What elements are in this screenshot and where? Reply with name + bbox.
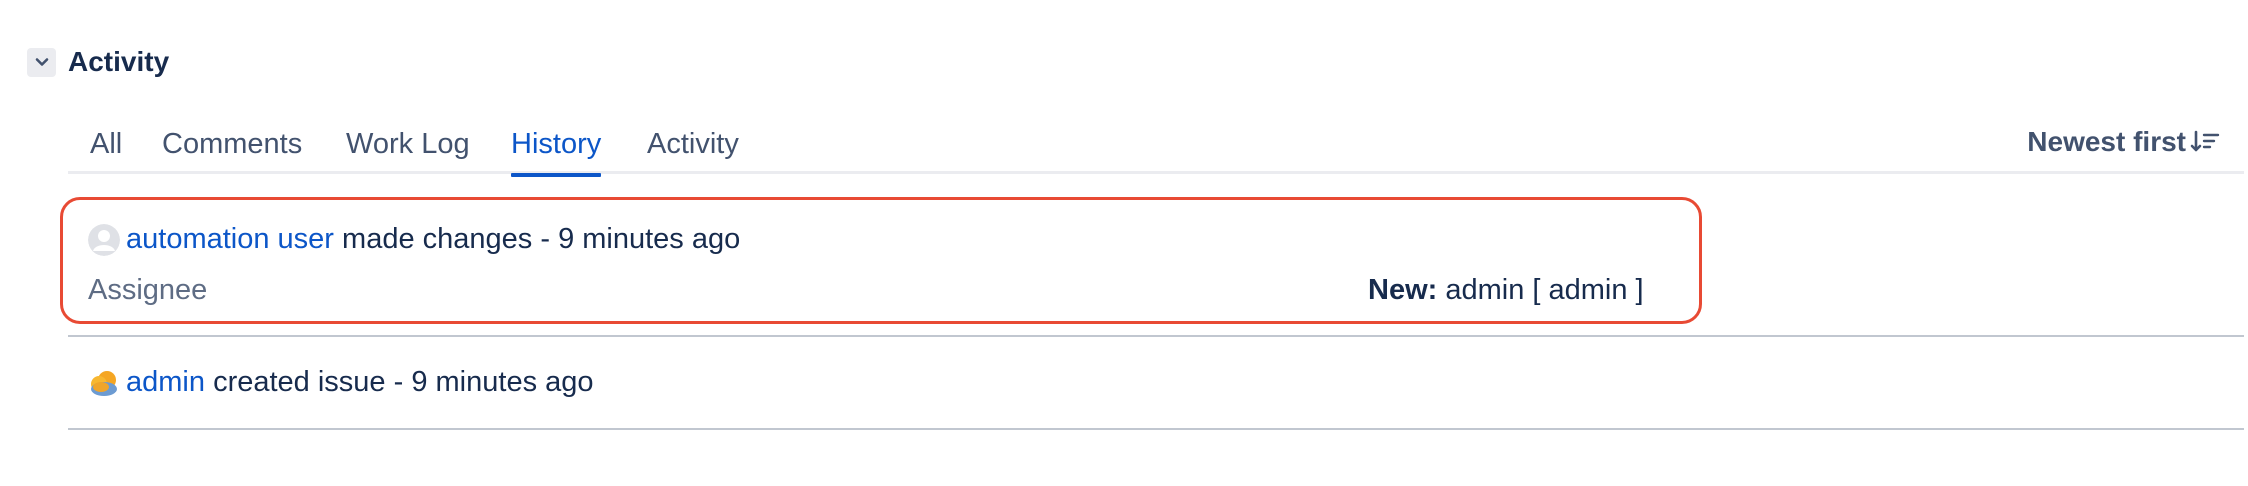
tab-comments[interactable]: Comments bbox=[162, 128, 302, 174]
new-value-label: New: bbox=[1368, 274, 1438, 306]
collapse-toggle-button[interactable] bbox=[27, 47, 56, 77]
history-action: made changes bbox=[342, 223, 533, 255]
tab-activity[interactable]: Activity bbox=[647, 128, 739, 174]
sort-order-button[interactable]: Newest first bbox=[2027, 126, 2220, 158]
activity-tabs: All Comments Work Log History Activity N… bbox=[68, 118, 2244, 177]
history-separator: - bbox=[385, 366, 412, 398]
history-time[interactable]: 9 minutes ago bbox=[411, 366, 593, 399]
history-separator: - bbox=[532, 223, 559, 255]
tab-all[interactable]: All bbox=[90, 128, 122, 174]
user-link[interactable]: admin bbox=[126, 366, 205, 399]
entry-divider bbox=[68, 428, 2244, 430]
changed-field-new-value: New: admin [ admin ] bbox=[1368, 274, 1644, 307]
history-entry-header: automation user made changes - 9 minutes… bbox=[88, 223, 740, 256]
sort-order-label: Newest first bbox=[2027, 126, 2186, 157]
default-user-avatar-icon bbox=[88, 223, 120, 256]
chevron-down-icon bbox=[35, 58, 48, 66]
tab-history[interactable]: History bbox=[511, 128, 602, 177]
sort-descending-icon bbox=[2190, 130, 2220, 152]
new-value-text: admin [ admin ] bbox=[1445, 274, 1644, 306]
history-time[interactable]: 9 minutes ago bbox=[558, 223, 740, 256]
history-entry-header: admin created issue - 9 minutes ago bbox=[88, 366, 594, 399]
history-action: created issue bbox=[213, 366, 386, 398]
activity-section-header: Activity bbox=[27, 46, 169, 78]
cloud-avatar-icon bbox=[91, 370, 117, 396]
entry-divider bbox=[68, 335, 2244, 337]
tab-work-log[interactable]: Work Log bbox=[346, 128, 470, 174]
changed-field-name: Assignee bbox=[88, 274, 208, 306]
user-link[interactable]: automation user bbox=[126, 223, 334, 256]
section-title: Activity bbox=[68, 46, 170, 77]
